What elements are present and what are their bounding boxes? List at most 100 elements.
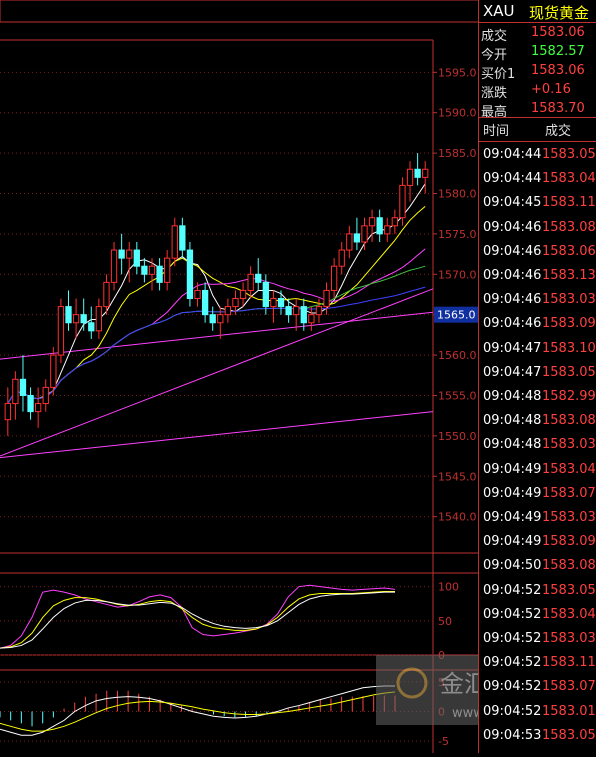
tick-time: 09:04:49 <box>483 510 542 525</box>
candle-body <box>12 378 19 405</box>
candle-body <box>232 298 239 308</box>
quote-value: 1583.70 <box>531 101 585 116</box>
quote-value: 1583.06 <box>531 63 585 78</box>
candle-body <box>179 225 186 251</box>
symbol-code: XAU <box>483 2 515 20</box>
tick-time: 09:04:53 <box>483 727 542 743</box>
candle-body <box>164 257 171 283</box>
tick-row: 09:04:52 1583.05 <box>479 580 596 604</box>
candle-body <box>133 249 140 267</box>
tick-time: 09:04:46 <box>483 219 542 235</box>
watermark-url: www.jrwei.com <box>452 706 480 721</box>
candle-body <box>27 394 34 413</box>
y-tick-label: 1570.0 <box>438 268 477 281</box>
tick-time: 09:04:52 <box>483 703 542 719</box>
candle-body <box>65 306 72 324</box>
tick-price: 1583.11 <box>542 655 596 671</box>
tick-price: 1583.03 <box>542 437 596 453</box>
candle-body <box>80 314 87 324</box>
tick-row: 09:04:46 1583.09 <box>479 313 596 337</box>
tick-price: 1583.09 <box>542 534 596 550</box>
tick-time: 09:04:49 <box>483 534 542 550</box>
oscillator-line <box>0 591 395 649</box>
candle-body <box>156 265 163 283</box>
candle-body <box>391 217 399 227</box>
ma-line <box>7 286 426 404</box>
y-tick-label: 100 <box>438 581 459 594</box>
ma-line <box>7 248 426 404</box>
tick-row: 09:04:45 1583.11 <box>479 192 596 216</box>
tick-row: 09:04:52 1583.04 <box>479 604 596 628</box>
candle-body <box>4 403 11 421</box>
candle-body <box>50 354 57 388</box>
quote-value: 1582.57 <box>531 44 585 59</box>
candle-body <box>293 306 300 316</box>
candle-body <box>126 249 133 259</box>
candle-body <box>262 281 269 308</box>
tick-row: 09:04:50 1583.08 <box>479 555 596 579</box>
tick-time: 09:04:47 <box>483 364 542 380</box>
tick-time: 09:04:48 <box>483 413 542 429</box>
candle-body <box>19 378 27 396</box>
tick-price: 1583.03 <box>542 510 596 525</box>
chart-svg: 1595.0 1590.0 1585.0 1580.0 1575.0 1570.0 1565… <box>0 0 566 753</box>
candle-body <box>217 314 224 324</box>
tick-price: 1583.10 <box>542 340 596 356</box>
y-tick-label: 1590.0 <box>438 107 477 120</box>
tick-time: 09:04:46 <box>483 292 542 308</box>
y-tick-label: 1550.0 <box>438 430 477 443</box>
y-tick-label: 1540.0 <box>438 511 477 524</box>
tick-time: 09:04:46 <box>483 243 542 259</box>
ma-line <box>7 183 426 404</box>
tick-price: 1583.01 <box>542 703 596 719</box>
tick-time: 09:04:45 <box>483 195 542 211</box>
tick-time: 09:04:48 <box>483 389 542 404</box>
tick-time: 09:04:52 <box>483 679 542 695</box>
tick-price: 1583.09 <box>542 316 596 332</box>
candle-body <box>186 249 194 300</box>
tick-price: 1583.06 <box>542 243 596 259</box>
trend-line <box>0 411 434 459</box>
candle-body <box>110 249 118 283</box>
tick-time: 09:04:44 <box>483 147 542 162</box>
candle-body <box>270 298 277 308</box>
candle-body <box>323 289 330 308</box>
quote-label: 涨跌 <box>481 86 508 101</box>
y-tick-label: 1580.0 <box>438 187 477 200</box>
tick-row: 09:04:47 1583.05 <box>479 362 596 386</box>
watermark-text: 金汇网 <box>440 670 480 698</box>
candle-body <box>346 233 353 251</box>
tick-row: 09:04:47 1583.10 <box>479 338 596 362</box>
candle-body <box>399 184 406 219</box>
trend-line <box>0 311 434 360</box>
y-tick-label: 50 <box>438 615 452 628</box>
tick-row: 09:04:49 1583.04 <box>479 459 596 483</box>
tick-price: 1583.03 <box>542 292 596 308</box>
candle-body <box>224 306 232 316</box>
ticks-header: 时间 成交 <box>479 118 596 140</box>
y-tick-label: 1575.0 <box>438 228 477 241</box>
tick-time: 09:04:52 <box>483 631 542 646</box>
candle-body <box>368 217 376 227</box>
tick-row: 09:04:52 1583.01 <box>479 701 596 725</box>
candle-body <box>148 265 156 275</box>
top-bar <box>0 0 481 23</box>
tick-price: 1583.03 <box>542 631 596 646</box>
tick-row: 09:04:53 1583.05 <box>479 725 596 749</box>
tick-row: 09:04:48 1583.03 <box>479 434 596 458</box>
chart-area[interactable]: 1595.0 1590.0 1585.0 1580.0 1575.0 1570.0 1565… <box>0 0 566 753</box>
candle-body <box>277 298 285 308</box>
candle-body <box>247 273 254 291</box>
y-tick-label: 1545.0 <box>438 470 477 483</box>
tick-row: 09:04:48 1583.08 <box>479 410 596 434</box>
tick-price: 1583.05 <box>542 727 596 743</box>
candle-body <box>239 289 247 300</box>
candle-body <box>285 306 292 316</box>
tick-row: 09:04:44 1583.05 <box>479 144 596 168</box>
tick-price: 1583.08 <box>542 413 596 429</box>
tick-price: 1583.07 <box>542 679 596 695</box>
symbol-name: 现货黄金 <box>529 4 590 22</box>
tick-time: 09:04:49 <box>483 485 542 501</box>
tick-row: 09:04:52 1583.07 <box>479 676 596 700</box>
tick-time: 09:04:52 <box>483 606 542 622</box>
